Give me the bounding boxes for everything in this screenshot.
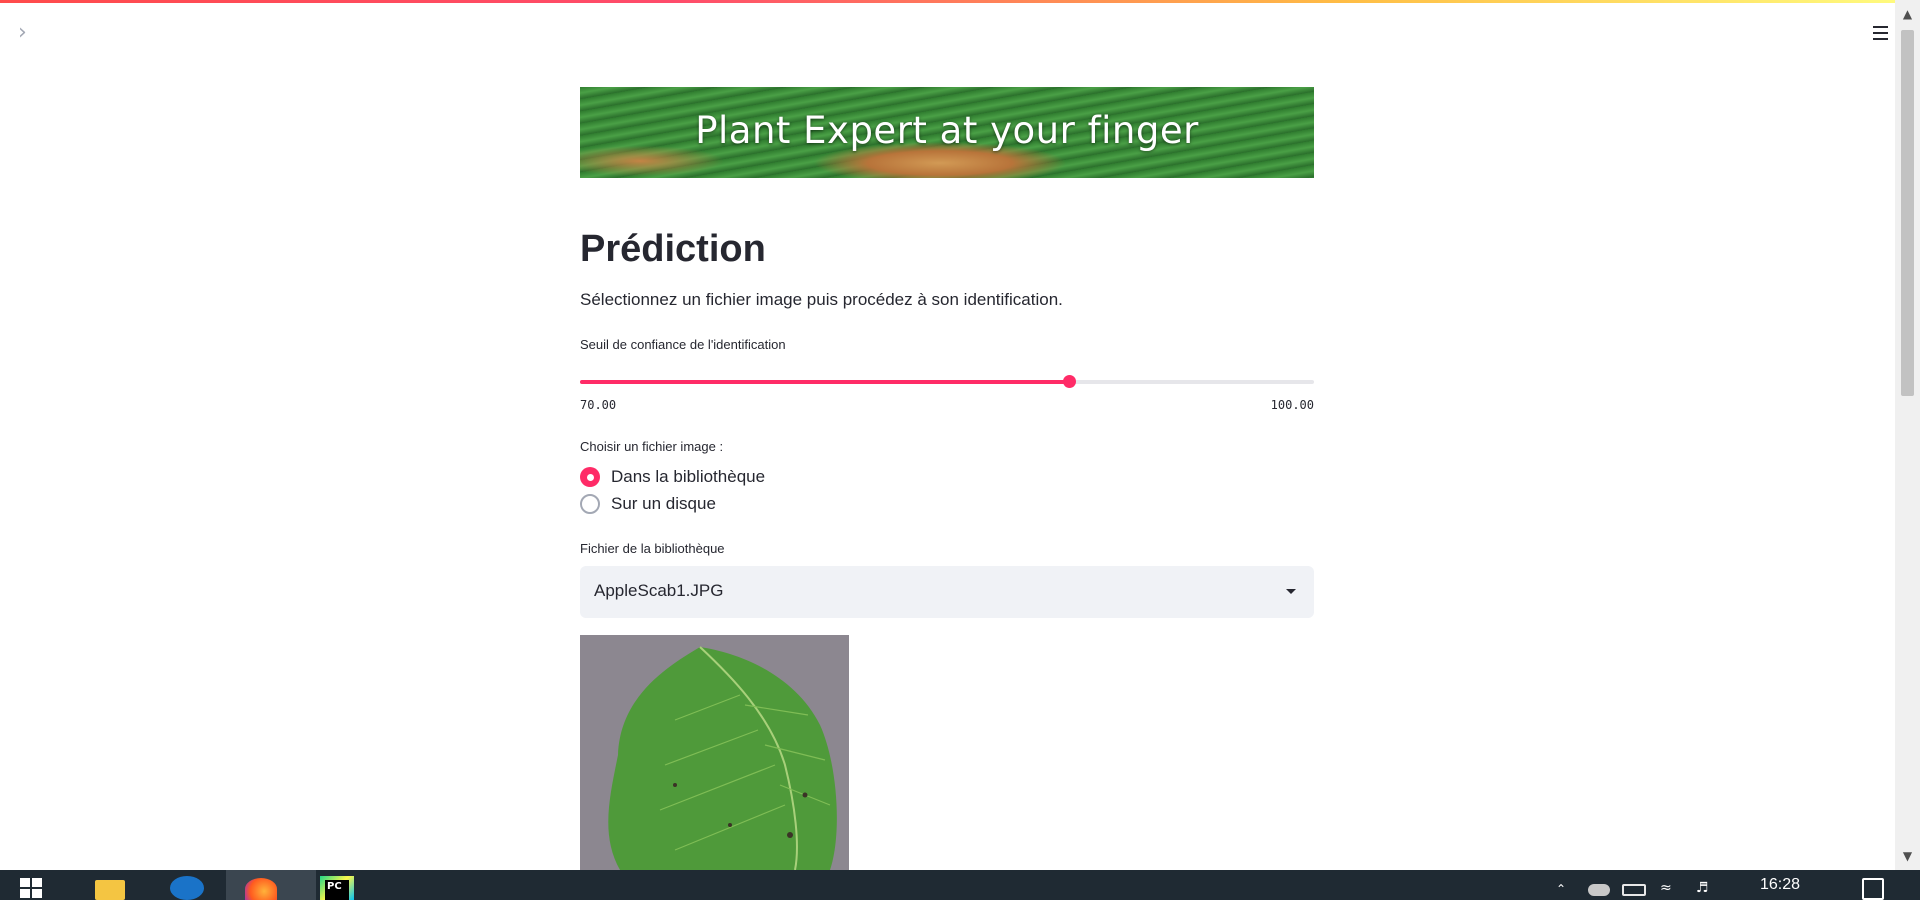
- network-icon[interactable]: [1622, 884, 1646, 896]
- leaf-preview-image: [580, 635, 849, 870]
- library-file-label: Fichier de la bibliothèque: [580, 541, 725, 556]
- mail-client-icon[interactable]: [170, 876, 204, 900]
- scrollbar-thumb[interactable]: [1901, 30, 1914, 396]
- hamburger-menu-icon[interactable]: [1868, 22, 1892, 46]
- radio-disk-label: Sur un disque: [611, 494, 716, 513]
- taskbar-clock[interactable]: 16:28: [1760, 876, 1800, 894]
- radio-library[interactable]: Dans la bibliothèque: [580, 465, 765, 489]
- radio-unchecked-icon[interactable]: [580, 494, 600, 514]
- confidence-slider-label: Seuil de confiance de l'identification: [580, 337, 786, 352]
- volume-icon[interactable]: ♬: [1696, 880, 1709, 910]
- slider-max-label: 100.00: [1270, 398, 1314, 412]
- scroll-down-arrow-icon[interactable]: ▼: [1895, 846, 1920, 866]
- banner-title: Plant Expert at your finger: [695, 109, 1199, 152]
- intro-text: Sélectionnez un fichier image puis procé…: [580, 290, 1063, 309]
- confidence-slider-track[interactable]: [580, 375, 1314, 388]
- library-file-selected: AppleScab1.JPG: [594, 581, 724, 600]
- tray-expand-icon[interactable]: ⌃: [1556, 882, 1566, 912]
- pycharm-logo: PC: [325, 880, 349, 900]
- notification-center-icon[interactable]: [1862, 878, 1884, 900]
- confidence-slider-thumb[interactable]: [1063, 375, 1077, 388]
- radio-checked-icon[interactable]: [580, 467, 600, 487]
- banner-image: Plant Expert at your finger: [580, 87, 1314, 178]
- firefox-icon[interactable]: [245, 878, 277, 900]
- wifi-icon[interactable]: ≈: [1660, 880, 1672, 910]
- vertical-scrollbar[interactable]: ▲ ▼: [1895, 0, 1920, 870]
- radio-disk[interactable]: Sur un disque: [580, 492, 716, 516]
- slider-min-label: 70.00: [580, 398, 617, 412]
- radio-library-label: Dans la bibliothèque: [611, 467, 766, 486]
- confidence-slider-fill: [580, 380, 1070, 384]
- top-decoration-bar: [0, 0, 1920, 3]
- file-explorer-icon[interactable]: [95, 880, 125, 900]
- onedrive-icon[interactable]: [1588, 884, 1610, 896]
- pycharm-icon[interactable]: PC: [320, 876, 354, 900]
- source-radio-label: Choisir un fichier image :: [580, 439, 724, 454]
- library-file-select[interactable]: AppleScab1.JPG: [580, 566, 1314, 618]
- windows-start-icon[interactable]: [20, 878, 44, 898]
- scroll-up-arrow-icon[interactable]: ▲: [1895, 4, 1920, 24]
- caret-down-icon: [1286, 589, 1296, 594]
- os-taskbar: PC ⌃ ≈ ♬ 16:28: [0, 870, 1920, 900]
- sidebar-toggle-icon[interactable]: ›: [18, 22, 40, 44]
- page-title: Prédiction: [580, 228, 766, 270]
